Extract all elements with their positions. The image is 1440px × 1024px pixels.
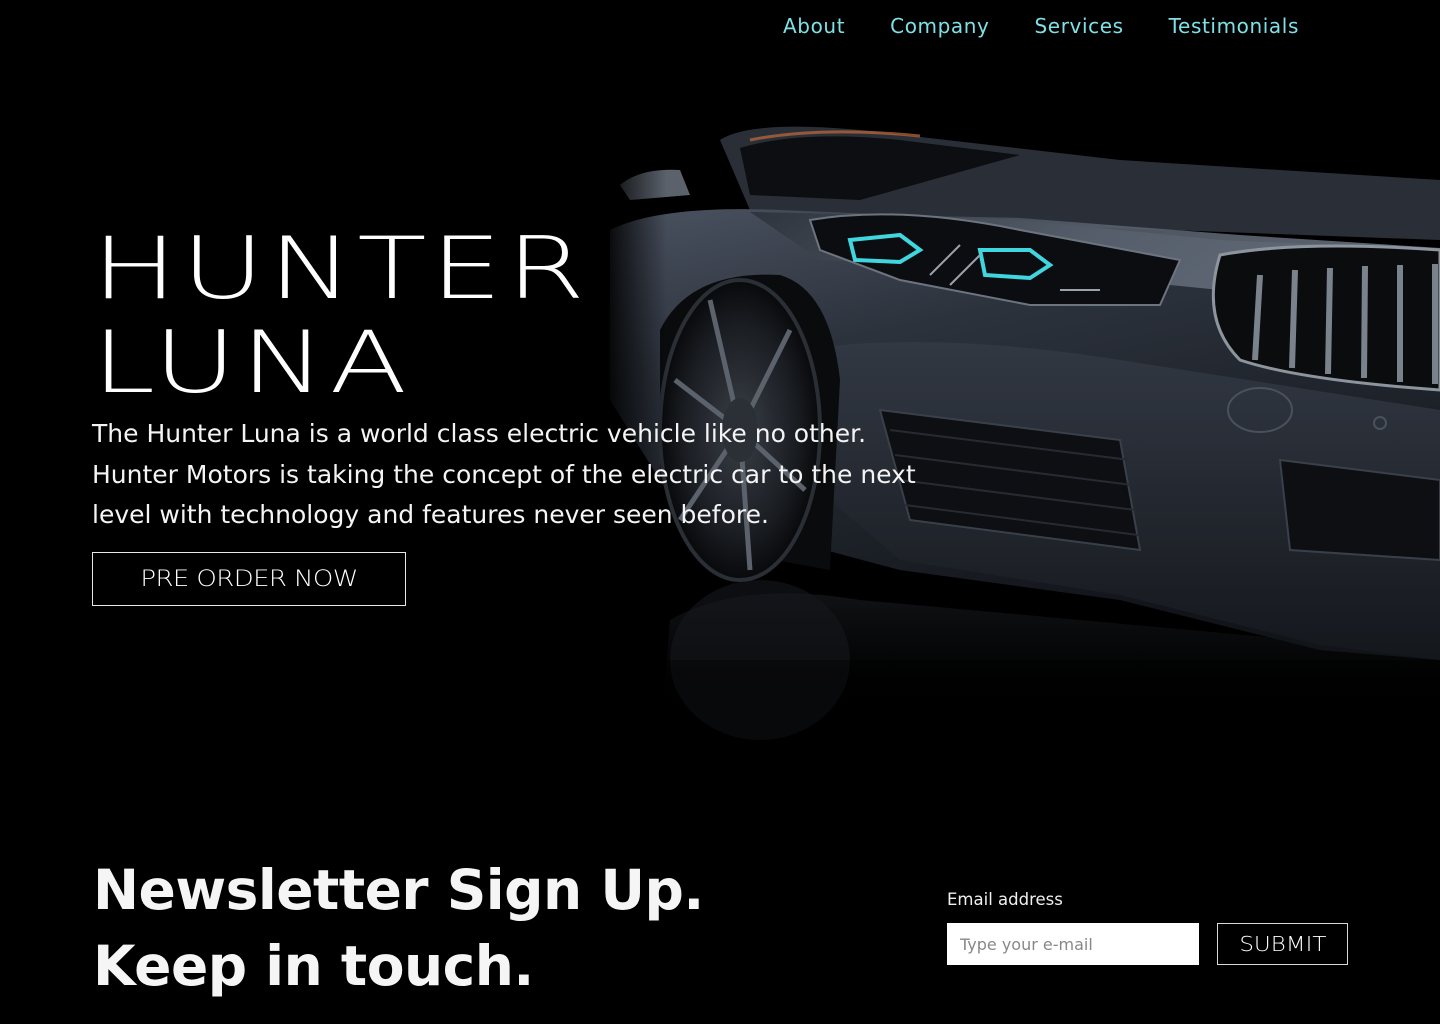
nav-link-testimonials[interactable]: Testimonials — [1169, 12, 1299, 40]
hero-description: The Hunter Luna is a world class electri… — [92, 419, 916, 529]
nav-link-company[interactable]: Company — [890, 12, 989, 40]
pre-order-button[interactable]: PRE ORDER NOW — [92, 552, 406, 606]
email-input[interactable] — [947, 923, 1199, 965]
nav-link-services[interactable]: Services — [1035, 12, 1124, 40]
submit-button-label: SUBMIT — [1238, 932, 1327, 956]
newsletter-title-line-1: Newsletter Sign Up. — [93, 858, 704, 922]
submit-button[interactable]: SUBMIT — [1217, 923, 1348, 965]
newsletter-title: Newsletter Sign Up. Keep in touch. — [93, 852, 704, 1004]
email-label: Email address — [947, 890, 1063, 909]
pre-order-button-label: PRE ORDER NOW — [140, 566, 358, 592]
hero-title: HUNTER LUNA — [92, 222, 589, 410]
landing-page: About Company Services Testimonials HUNT… — [0, 0, 1440, 1024]
hero-title-line-1: HUNTER — [92, 219, 590, 319]
hero-title-line-2: LUNA — [92, 313, 412, 413]
top-nav: About Company Services Testimonials — [783, 12, 1299, 40]
newsletter-title-line-2: Keep in touch. — [93, 934, 534, 998]
nav-link-about[interactable]: About — [783, 12, 845, 40]
